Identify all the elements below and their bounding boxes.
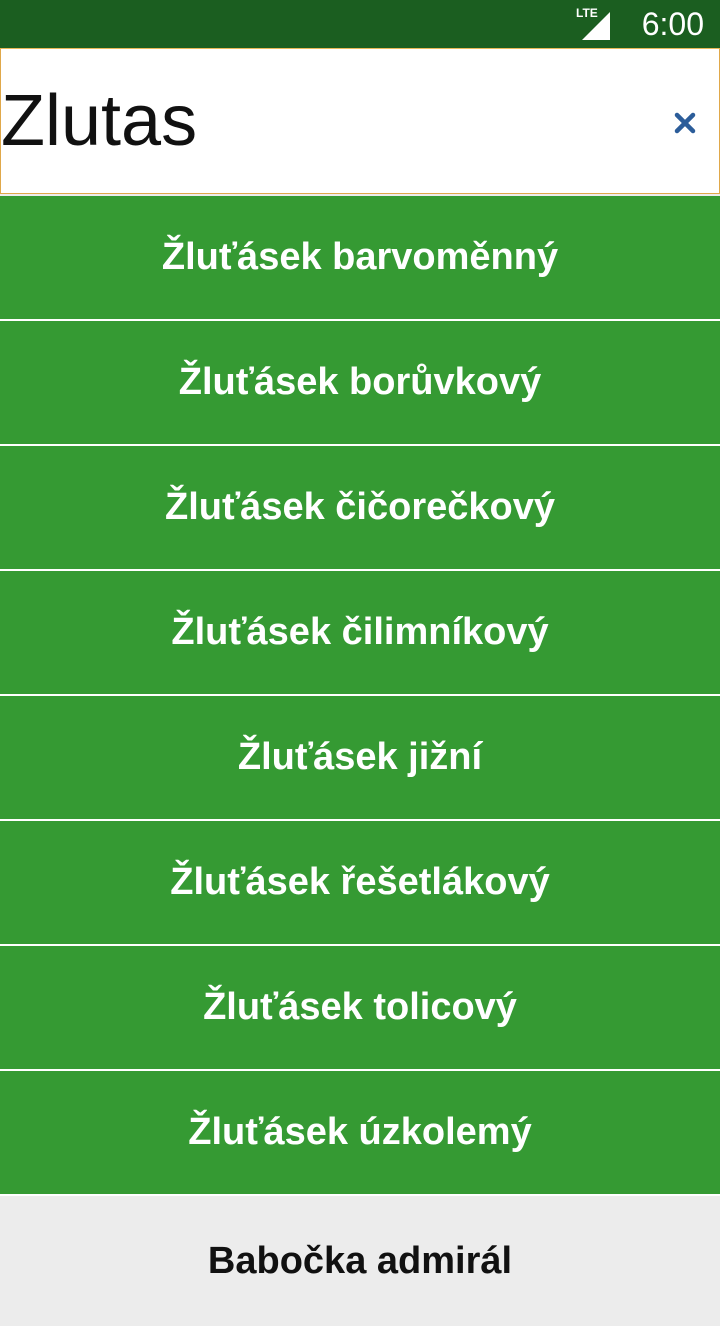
list-item[interactable]: Žluťásek čilimníkový [0, 571, 720, 696]
list-item[interactable]: Žluťásek čičorečkový [0, 446, 720, 571]
list-item-label: Žluťásek úzkolemý [188, 1111, 532, 1153]
list-item[interactable]: Žluťásek borůvkový [0, 321, 720, 446]
close-icon[interactable] [663, 101, 707, 145]
status-time: 6:00 [641, 6, 704, 42]
list-item-label: Žluťásek tolicový [203, 986, 517, 1028]
status-bar: LTE 6:00 [0, 0, 720, 48]
list-item[interactable]: Žluťásek úzkolemý [0, 1071, 720, 1196]
list-item[interactable]: Žluťásek jižní [0, 696, 720, 821]
list-item-label: Žluťásek čilimníkový [171, 611, 549, 653]
results-list: Žluťásek barvoměnný Žluťásek borůvkový Ž… [0, 196, 720, 1326]
list-item[interactable]: Žluťásek tolicový [0, 946, 720, 1071]
list-item-label: Žluťásek řešetlákový [170, 861, 550, 903]
search-input[interactable] [1, 71, 621, 171]
search-bar [0, 48, 720, 194]
list-item[interactable]: Žluťásek řešetlákový [0, 821, 720, 946]
list-item[interactable]: Babočka admirál [0, 1196, 720, 1326]
list-item-label: Žluťásek barvoměnný [161, 236, 559, 278]
list-item-label: Žluťásek čičorečkový [165, 486, 555, 528]
signal-icon [582, 12, 610, 40]
list-item-label: Žluťásek borůvkový [178, 361, 542, 403]
list-item[interactable]: Žluťásek barvoměnný [0, 196, 720, 321]
list-item-label: Babočka admirál [207, 1239, 513, 1282]
list-item-label: Žluťásek jižní [237, 736, 483, 778]
